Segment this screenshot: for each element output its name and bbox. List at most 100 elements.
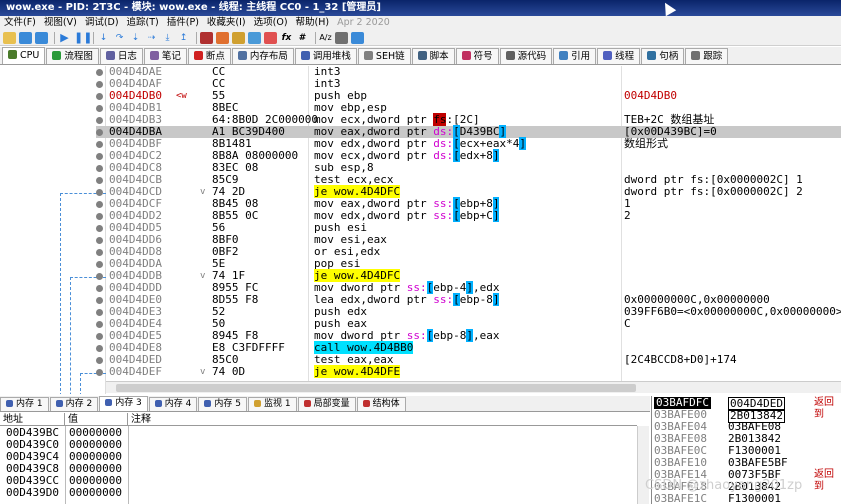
- menu-help[interactable]: 帮助(H): [292, 16, 334, 30]
- tab-trace[interactable]: 跟踪: [685, 48, 729, 64]
- tab-log[interactable]: 日志: [99, 48, 143, 64]
- instruction-row[interactable]: 004D4DE5 8945 F8 mov dword ptr ss:[ebp-8],…: [96, 329, 841, 342]
- close-icon[interactable]: [35, 31, 48, 44]
- breakpoint-dot-icon[interactable]: [96, 237, 103, 244]
- dump-row[interactable]: 00D439D0 00000000: [0, 487, 640, 499]
- instruction-row[interactable]: 004D4DEF v 74 0D je wow.4D4DFE: [96, 365, 841, 378]
- breakpoint-dot-icon[interactable]: [96, 69, 103, 76]
- horizontal-scrollbar[interactable]: [106, 381, 841, 393]
- help-icon[interactable]: [351, 31, 364, 44]
- calculator-icon[interactable]: [335, 31, 348, 44]
- breakpoint-dot-icon[interactable]: [96, 261, 103, 268]
- tab-dump-3[interactable]: 内存 3: [99, 396, 148, 411]
- step-over-icon[interactable]: ↷: [113, 32, 126, 44]
- menu-view[interactable]: 视图(V): [40, 16, 81, 30]
- function-icon[interactable]: fx: [280, 32, 293, 44]
- tab-dump-6[interactable]: 监视 1: [247, 397, 297, 411]
- instruction-row[interactable]: 004D4DAE CC int3: [96, 66, 841, 78]
- breakpoint-dot-icon[interactable]: [96, 105, 103, 112]
- breakpoint-dot-icon[interactable]: [96, 189, 103, 196]
- comment-icon[interactable]: [248, 31, 261, 44]
- instruction-row[interactable]: 004D4DDA 5E pop esi: [96, 258, 841, 270]
- step-into-icon[interactable]: ↓: [97, 32, 110, 44]
- breakpoint-dot-icon[interactable]: [96, 345, 103, 352]
- tab-dump-8[interactable]: 结构体: [356, 397, 406, 411]
- breakpoint-dot-icon[interactable]: [96, 225, 103, 232]
- restart-icon[interactable]: [19, 31, 32, 44]
- scrollbar-thumb[interactable]: [116, 384, 636, 392]
- breakpoint-dot-icon[interactable]: [96, 177, 103, 184]
- hash-icon[interactable]: #: [296, 32, 309, 44]
- run-to-user-icon[interactable]: ⤓: [161, 32, 174, 44]
- breakpoint-dot-icon[interactable]: [96, 309, 103, 316]
- memory-dump-panel[interactable]: 地址 值 注释 00D439BC 00000000 00D439C0 00000000…: [0, 413, 650, 504]
- tab-notes[interactable]: 笔记: [143, 48, 187, 64]
- breakpoint-dot-icon[interactable]: [96, 297, 103, 304]
- breakpoint-dot-icon[interactable]: [96, 93, 103, 100]
- trace-over-icon[interactable]: ⇢: [145, 32, 158, 44]
- label-icon[interactable]: [264, 31, 277, 44]
- disassembly-view[interactable]: 004D4DAE CC int3 004D4DAF CC int3 004D4DB0 <w 55…: [0, 66, 841, 394]
- bookmark-icon[interactable]: [232, 31, 245, 44]
- breakpoint-dot-icon[interactable]: [96, 321, 103, 328]
- tab-threads[interactable]: 线程: [597, 48, 641, 64]
- tab-script[interactable]: 脚本: [411, 48, 455, 64]
- breakpoint-dot-icon[interactable]: [96, 285, 103, 292]
- instruction-row[interactable]: 004D4DD6 8BF0 mov esi,eax: [96, 234, 841, 246]
- scylla-icon[interactable]: [200, 31, 213, 44]
- breakpoint-dot-icon[interactable]: [96, 153, 103, 160]
- instruction-row[interactable]: 004D4DD2 8B55 0C mov edx,dword ptr ss:[ebp…: [96, 209, 841, 222]
- patch-icon[interactable]: [216, 31, 229, 44]
- menu-plugins[interactable]: 插件(P): [163, 16, 203, 30]
- instruction-row[interactable]: 004D4DED 85C0 test eax,eax [2C4BCCD8+D0]+17…: [96, 354, 841, 366]
- tab-graph[interactable]: 流程图: [46, 48, 99, 64]
- instruction-row[interactable]: 004D4DC2 8B8A 08000000 mov ecx,dword ptr d…: [96, 149, 841, 162]
- menu-favourites[interactable]: 收藏夹(I): [203, 16, 250, 30]
- font-icon[interactable]: A/z: [319, 32, 332, 44]
- tab-dump-2[interactable]: 内存 2: [49, 397, 99, 411]
- instruction-row[interactable]: 004D4DE3 52 push edx 039FF6B0=<0x00000000C,…: [96, 306, 841, 318]
- instruction-row[interactable]: 004D4DD5 56 push esi: [96, 222, 841, 234]
- breakpoint-dot-icon[interactable]: [96, 165, 103, 172]
- tab-references[interactable]: 引用: [553, 48, 597, 64]
- menu-debug[interactable]: 调试(D): [81, 16, 123, 30]
- dump-header-value[interactable]: 值: [65, 413, 128, 426]
- tab-memory-map[interactable]: 内存布局: [231, 48, 294, 64]
- menu-options[interactable]: 选项(O): [250, 16, 292, 30]
- tab-seh[interactable]: SEH链: [357, 48, 411, 64]
- instruction-row[interactable]: 004D4DB0 <w 55 push ebp 004D4DB0: [96, 90, 841, 102]
- breakpoint-dot-icon[interactable]: [96, 357, 103, 364]
- menu-trace[interactable]: 追踪(T): [123, 16, 163, 30]
- breakpoint-dot-icon[interactable]: [96, 201, 103, 208]
- breakpoint-dot-icon[interactable]: [96, 333, 103, 340]
- tab-symbols[interactable]: 符号: [455, 48, 499, 64]
- stack-row[interactable]: 03BAFE1C F1300001: [652, 493, 841, 504]
- breakpoint-dot-icon[interactable]: [96, 129, 103, 136]
- dump-header-comment[interactable]: 注释: [128, 413, 637, 426]
- breakpoint-dot-icon[interactable]: [96, 117, 103, 124]
- tab-dump-7[interactable]: 局部变量: [297, 397, 356, 411]
- tab-dump-1[interactable]: 内存 1: [0, 397, 49, 411]
- tab-cpu[interactable]: CPU: [2, 47, 46, 64]
- breakpoint-dot-icon[interactable]: [96, 249, 103, 256]
- tab-dump-5[interactable]: 内存 5: [198, 397, 247, 411]
- breakpoint-dot-icon[interactable]: [96, 141, 103, 148]
- pause-icon[interactable]: ❚❚: [74, 31, 92, 44]
- tab-handles[interactable]: 句柄: [641, 48, 685, 64]
- tab-breakpoints[interactable]: 断点: [187, 48, 231, 64]
- instruction-row[interactable]: 004D4DD8 0BF2 or esi,edx: [96, 246, 841, 258]
- run-to-return-icon[interactable]: ↥: [177, 32, 190, 44]
- run-icon[interactable]: ▶: [58, 31, 71, 44]
- breakpoint-dot-icon[interactable]: [96, 213, 103, 220]
- tab-source[interactable]: 源代码: [499, 48, 553, 64]
- open-icon[interactable]: [3, 31, 16, 44]
- dump-header-address[interactable]: 地址: [0, 413, 65, 426]
- breakpoint-dot-icon[interactable]: [96, 369, 103, 376]
- breakpoint-dot-icon[interactable]: [96, 273, 103, 280]
- tab-dump-4[interactable]: 内存 4: [148, 397, 198, 411]
- trace-into-icon[interactable]: ⇣: [129, 32, 142, 44]
- menu-file[interactable]: 文件(F): [0, 16, 40, 30]
- instruction-row[interactable]: 004D4DAF CC int3: [96, 78, 841, 90]
- breakpoint-dot-icon[interactable]: [96, 81, 103, 88]
- tab-call-stack[interactable]: 调用堆栈: [294, 48, 357, 64]
